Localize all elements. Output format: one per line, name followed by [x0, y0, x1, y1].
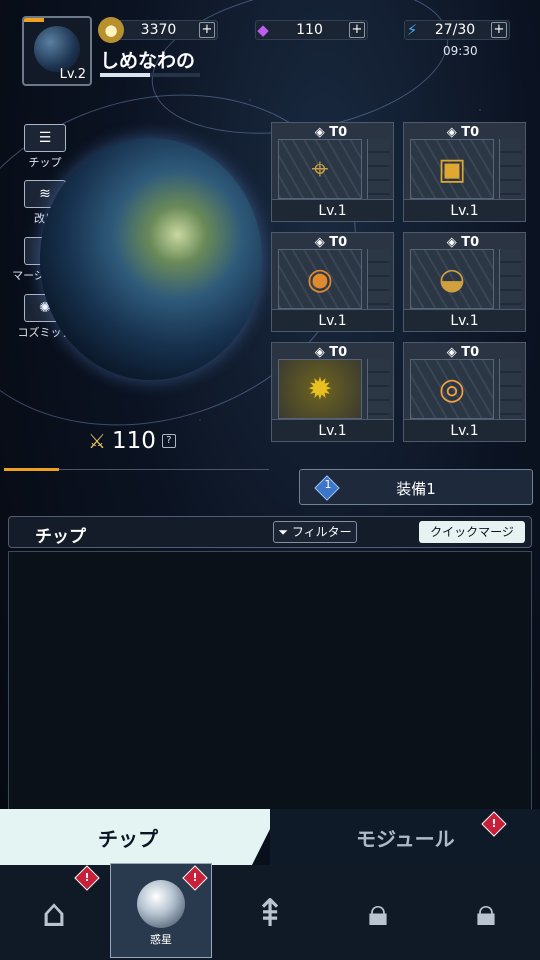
tab-module-label: モジュール: [356, 827, 455, 851]
chip-tier-text: T0: [329, 235, 348, 250]
alert-mark: !: [491, 817, 497, 830]
lock-icon: 🔒︎: [367, 890, 389, 934]
spiked-orb-icon: ✹: [278, 359, 362, 419]
avatar-accent: [24, 18, 44, 22]
energy-timer: 09:30: [443, 44, 478, 58]
gold-cube-icon: ▣: [410, 139, 494, 199]
funnel-icon: ⏷: [278, 525, 288, 539]
chip-socket-column: [367, 249, 389, 309]
tab-chip-label: チップ: [98, 827, 158, 851]
lightning-icon: ⚡: [406, 21, 418, 39]
lock-icon: 🔒︎: [475, 890, 497, 934]
chip-list[interactable]: [8, 551, 532, 811]
chip-level: Lv.1: [404, 419, 525, 441]
planet-sphere-icon: [137, 879, 185, 928]
chip-socket-column: [499, 249, 521, 309]
chip-level: Lv.1: [404, 309, 525, 331]
gem-counter: ◆ 110 +: [255, 20, 368, 40]
nav-locked-1[interactable]: 🔒︎: [324, 865, 432, 960]
thruster-engine-icon: ◉: [278, 249, 362, 309]
game-screen: Lv.2 しめなわの ● 3370 + ◆ 110 + ⚡ 27/30 + 09…: [0, 0, 540, 960]
divider-line: [59, 469, 269, 470]
chip-slot-1[interactable]: ◈ T0 ⌖ Lv.1: [271, 122, 394, 222]
xp-bar-fill: [100, 73, 150, 77]
chip-socket-column: [367, 139, 389, 199]
chip-tier-text: T0: [329, 125, 348, 140]
nav-fleet[interactable]: ⇞: [216, 865, 324, 960]
chip-tier-text: T0: [329, 345, 348, 360]
reactor-core-icon: ◎: [410, 359, 494, 419]
chip-slot-3[interactable]: ◈ T0 ◉ Lv.1: [271, 232, 394, 332]
chip-socket-column: [367, 359, 389, 419]
gold-coin-icon: ●: [98, 17, 124, 43]
add-energy-button[interactable]: +: [491, 22, 507, 38]
planet-earth-image[interactable]: [40, 138, 262, 380]
chip-level: Lv.1: [272, 199, 393, 221]
chip-panel-title: チップ: [35, 527, 86, 547]
chip-tier-text: T0: [461, 345, 480, 360]
chip-slot-5[interactable]: ◈ T0 ✹ Lv.1: [271, 342, 394, 442]
filter-button[interactable]: ⏷ フィルター: [273, 521, 357, 543]
shop-icon: ⌂: [41, 890, 67, 935]
chip-slot-6[interactable]: ◈ T0 ◎ Lv.1: [403, 342, 526, 442]
chip-level: Lv.1: [272, 309, 393, 331]
avatar-planet-icon: [34, 26, 80, 72]
add-gem-button[interactable]: +: [349, 22, 365, 38]
bottom-nav: ⌂ ! 惑星 ! ⇞ 🔒︎ 🔒︎: [0, 863, 540, 960]
chip-slot-2[interactable]: ◈ T0 ▣ Lv.1: [403, 122, 526, 222]
chip-level: Lv.1: [272, 419, 393, 441]
purple-gem-icon: ◆: [257, 21, 269, 39]
xp-bar: [100, 73, 200, 77]
nav-planet-label: 惑星: [150, 933, 172, 946]
quick-merge-button[interactable]: クイックマージ: [419, 521, 525, 543]
crossed-swords-icon: ⚔: [88, 429, 106, 453]
tab-chip[interactable]: チップ: [0, 809, 280, 865]
combat-power: ⚔ 110 ?: [88, 428, 176, 454]
player-avatar[interactable]: Lv.2: [22, 16, 92, 86]
side-menu-label: チップ: [28, 156, 62, 169]
fleet-rockets-icon: ⇞: [254, 890, 286, 935]
energy-counter: ⚡ 27/30 +: [404, 20, 510, 40]
chip-slot-4[interactable]: ◈ T0 ◒ Lv.1: [403, 232, 526, 332]
alert-mark: !: [84, 871, 90, 884]
gold-counter: ● 3370 +: [98, 17, 218, 43]
chip-socket-column: [499, 139, 521, 199]
combat-power-value: 110: [111, 428, 156, 454]
satellite-dish-icon: ◒: [410, 249, 494, 309]
alert-mark: !: [192, 871, 198, 884]
chip-tier-text: T0: [461, 125, 480, 140]
page-progress-indicator: [4, 468, 59, 471]
nav-locked-2[interactable]: 🔒︎: [432, 865, 540, 960]
chip-level: Lv.1: [404, 199, 525, 221]
cannon-turret-icon: ⌖: [278, 139, 362, 199]
chip-socket-column: [499, 359, 521, 419]
equip-preset-button[interactable]: 1 装備1: [299, 469, 533, 505]
player-level: Lv.2: [59, 67, 86, 82]
side-menu-chip[interactable]: ☰ チップ: [10, 124, 80, 170]
chip-panel-header: チップ ⏷ フィルター クイックマージ: [8, 516, 532, 548]
chip-tier-text: T0: [461, 235, 480, 250]
list-icon: ☰: [24, 124, 66, 152]
player-name: しめなわの: [100, 50, 196, 72]
equip-label: 装備1: [396, 480, 436, 498]
help-icon[interactable]: ?: [161, 434, 176, 448]
add-gold-button[interactable]: +: [199, 22, 215, 38]
filter-label: フィルター: [291, 525, 352, 539]
